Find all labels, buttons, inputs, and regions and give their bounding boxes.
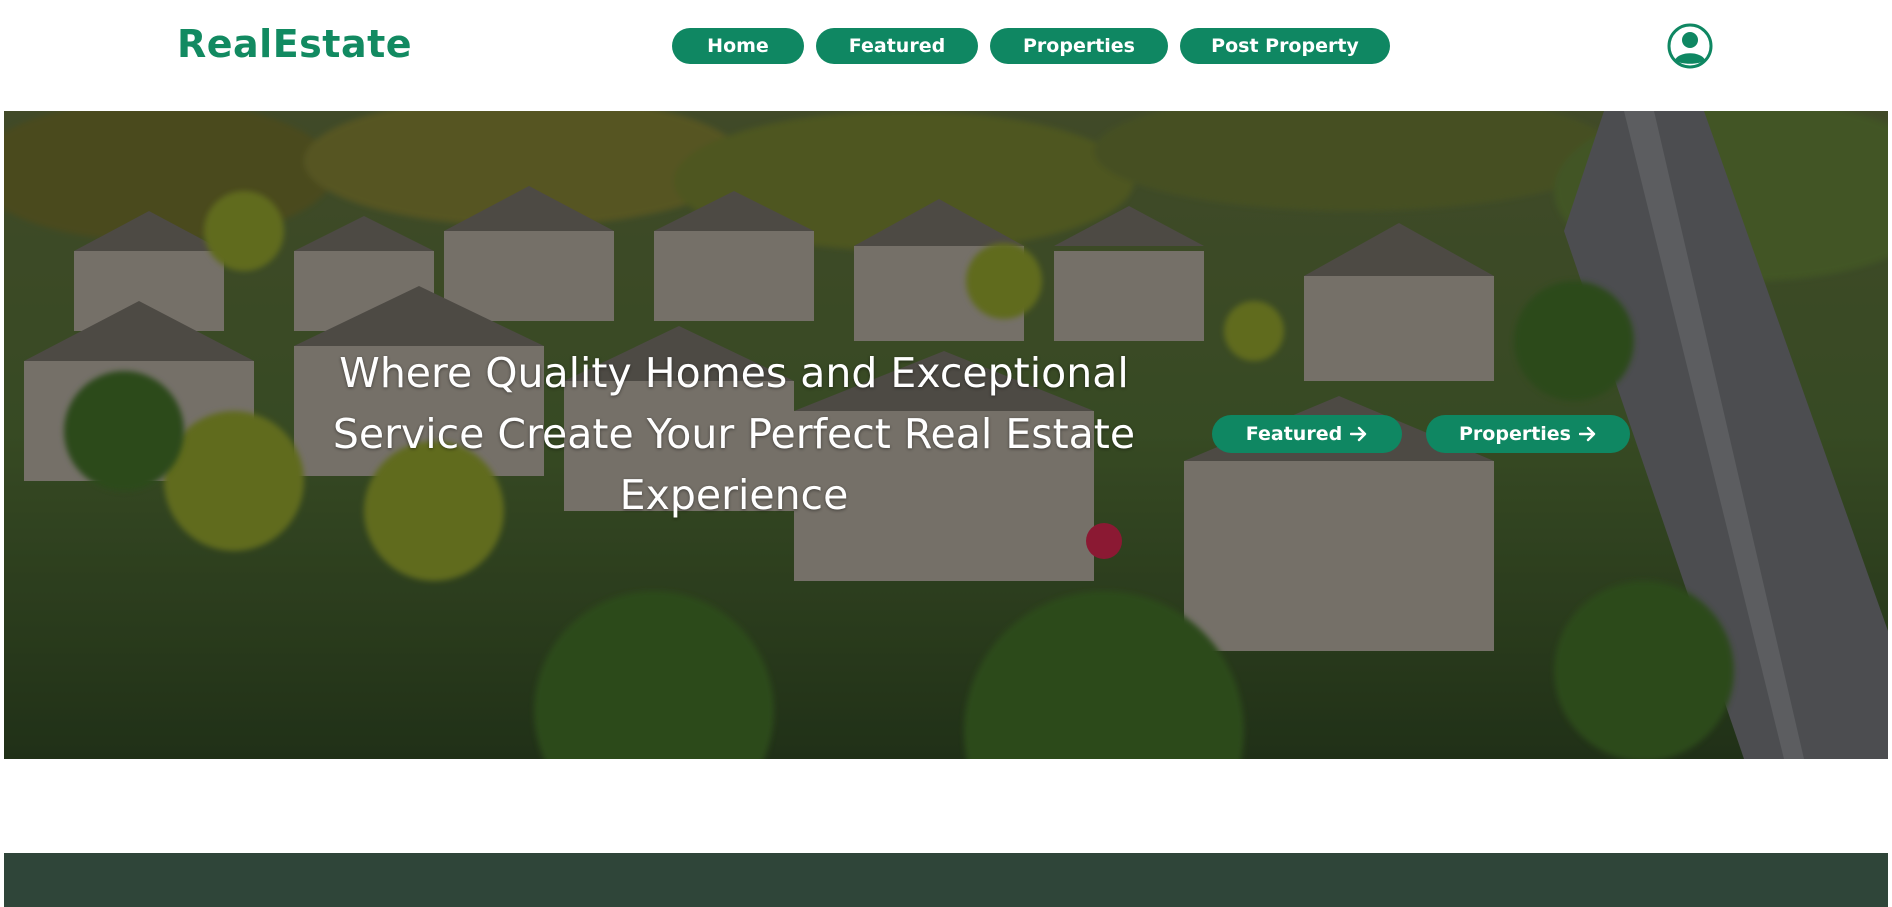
user-circle-icon[interactable] — [1667, 23, 1713, 69]
arrow-right-icon — [1350, 426, 1367, 442]
arrow-right-icon — [1579, 426, 1596, 442]
nav-post-property-button[interactable]: Post Property — [1180, 28, 1390, 64]
hero-properties-label: Properties — [1459, 423, 1571, 445]
footer-band — [4, 853, 1888, 907]
hero-properties-button[interactable]: Properties — [1426, 415, 1630, 453]
nav-properties-button[interactable]: Properties — [990, 28, 1168, 64]
site-logo[interactable]: RealEstate — [177, 22, 412, 66]
nav-home-button[interactable]: Home — [672, 28, 804, 64]
nav-featured-button[interactable]: Featured — [816, 28, 978, 64]
site-header: RealEstate Home Featured Properties Post… — [0, 0, 1892, 108]
hero-featured-button[interactable]: Featured — [1212, 415, 1402, 453]
hero-featured-label: Featured — [1245, 423, 1343, 445]
hero-section: Where Quality Homes and Exceptional Serv… — [4, 111, 1888, 759]
page: RealEstate Home Featured Properties Post… — [0, 0, 1892, 907]
hero-title: Where Quality Homes and Exceptional Serv… — [332, 349, 1136, 519]
main-nav: Home Featured Properties Post Property — [672, 28, 1390, 64]
